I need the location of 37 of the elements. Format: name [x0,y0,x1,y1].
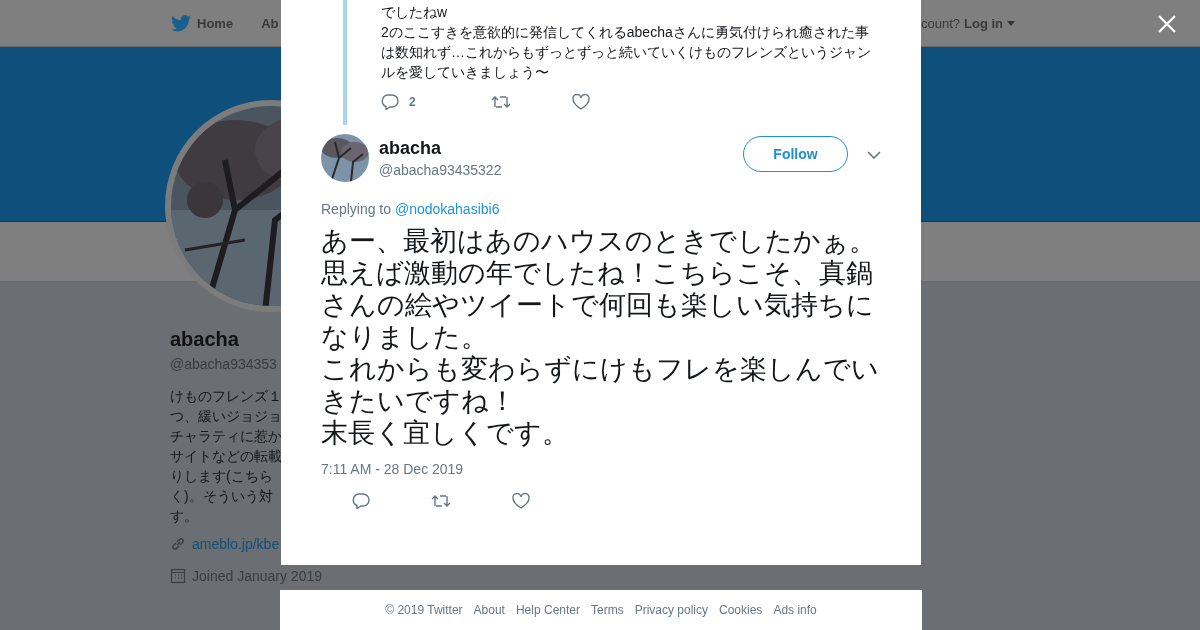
footer-link[interactable]: About [473,603,505,617]
bio-line: す。 [170,507,198,526]
mention-link[interactable]: @nodokahasibi6 [394,201,500,217]
footer-link[interactable]: Ads info [773,603,817,617]
author-name: abacha [379,138,443,159]
caret-icon [1007,20,1015,26]
author-handle: @abacha93435322 [379,162,503,178]
replying-label: Replying to [321,201,392,217]
login-link[interactable]: Log in [964,15,1003,31]
tweet-text: 思えば激動の年でしたね！こちらこそ、真鍋さんの絵やツイートで何回も楽しい気持ちになりました。 [321,257,875,353]
tweet-text: でしたねw 2のここすきを意欲的に発信してくれるabechaさんに勇気付けられ癒された事は数知れず…これからもずっとずっと続いていくけものフレンズというジャンルを愛していきましょう〜 [381,3,872,82]
calendar-icon [170,568,186,584]
nav-link[interactable]: Home [197,15,234,31]
bio-line: つ、緩いジョジョ [170,407,282,426]
tweet-text: これからも変わらずにけもフレを楽しんでいきたいですね！ [321,353,880,417]
tweet-timestamp: 7:11 AM - 28 Dec 2019 [321,461,465,477]
profile-name: abacha [170,328,239,351]
bio-line: けものフレンズ１ [170,387,282,406]
account-prompt: count? [920,15,960,31]
bio-line: く)。そういう対 [170,487,273,506]
chevron-icon[interactable] [867,151,881,159]
reply-count: 2 [409,95,416,109]
nav-link[interactable]: Ab [261,15,279,31]
footer-link[interactable]: Privacy policy [634,603,708,617]
footer-link[interactable]: Cookies [719,603,763,617]
close-icon[interactable] [1158,15,1176,33]
link-icon [170,536,186,552]
bio-line: サイトなどの転載 [170,447,282,466]
tweet-text: 末長く宜しくです。 [321,417,570,449]
footer-link[interactable]: Terms [591,603,624,617]
footer-link[interactable]: Help Center [515,603,580,617]
reply-icon[interactable] [381,94,399,110]
bio-line: チャラティに惹か [170,427,282,446]
footer-link[interactable]: © 2019 Twitter [385,603,463,617]
follow-button[interactable]: Follow [743,136,848,172]
tweet-text: あー、最初はあのハウスのときでしたかぁ。 [321,225,877,257]
bio-line: りします(こちら [170,467,273,486]
